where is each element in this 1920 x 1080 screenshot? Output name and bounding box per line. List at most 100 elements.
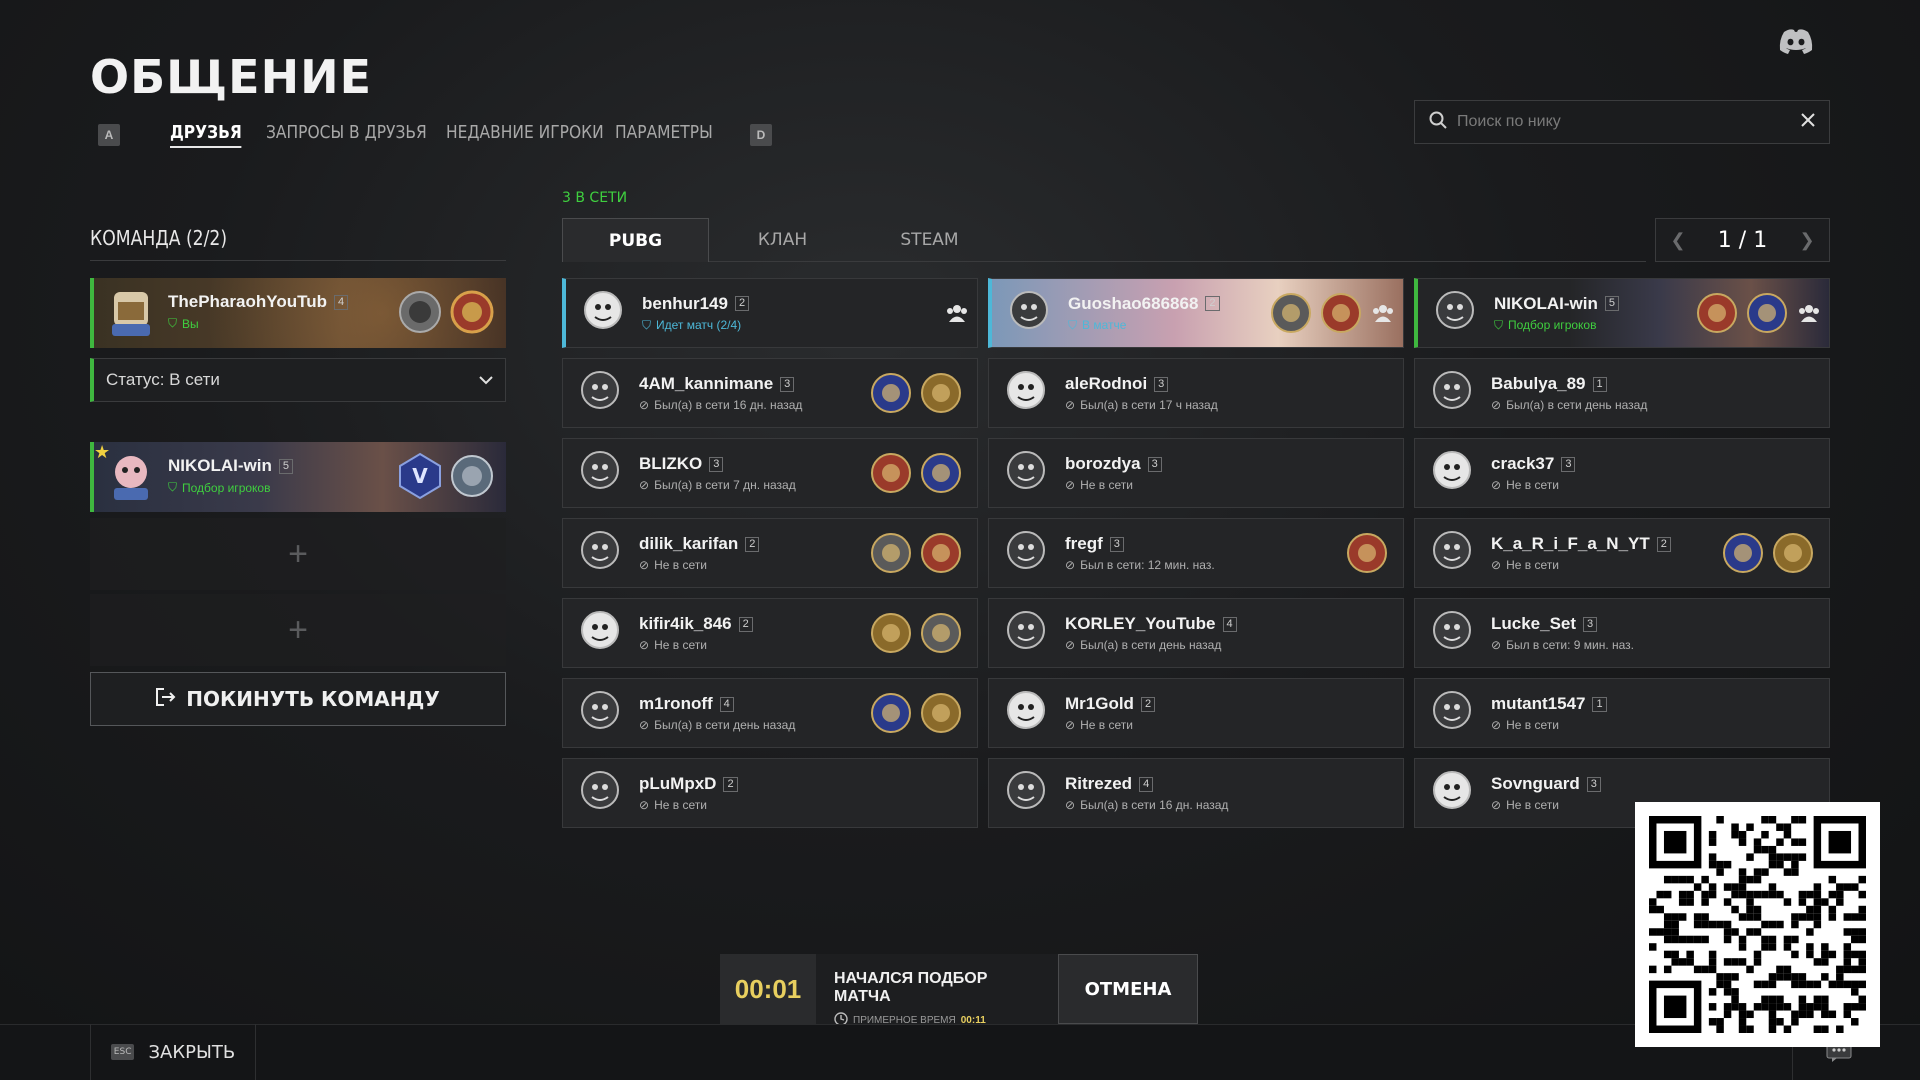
friend-card[interactable]: Babulya_89 1 ⊘ Был(а) в сети день назад	[1414, 358, 1830, 428]
avatar	[576, 286, 630, 340]
friend-source-tabs: PUBG КЛАН STEAM	[562, 218, 1646, 262]
level-badge: 3	[709, 456, 724, 472]
empty-team-slot[interactable]: +	[90, 518, 506, 590]
avatar	[573, 766, 627, 820]
tab-pubg[interactable]: PUBG	[562, 218, 709, 262]
svg-text:V: V	[412, 464, 428, 488]
friend-card[interactable]: crack37 3 ⊘ Не в сети	[1414, 438, 1830, 508]
search-icon	[1429, 111, 1447, 134]
level-badge: 3	[1154, 376, 1169, 392]
friend-card[interactable]: aleRodnoi 3 ⊘ Был(а) в сети 17 ч назад	[988, 358, 1404, 428]
friend-status: Был(а) в сети день назад	[654, 718, 796, 732]
level-badge: 3	[1109, 536, 1124, 552]
friend-card[interactable]: benhur149 2 ⛉ Идет матч (2/4)	[562, 278, 978, 348]
friend-status: Не в сети	[654, 638, 707, 652]
tab-recent-players[interactable]: НЕДАВНИЕ ИГРОКИ	[446, 122, 604, 143]
tab-clan[interactable]: КЛАН	[709, 218, 856, 262]
chevron-left-icon[interactable]: ❮	[1656, 219, 1700, 261]
avatar	[999, 606, 1053, 660]
friend-card[interactable]: Lucke_Set 3 ⊘ Был в сети: 9 мин. наз.	[1414, 598, 1830, 668]
avatar	[999, 446, 1053, 500]
close-icon[interactable]	[1801, 112, 1815, 132]
friend-card[interactable]: borozdya 3 ⊘ Не в сети	[988, 438, 1404, 508]
level-badge: 2	[723, 776, 738, 792]
avatar	[1425, 766, 1479, 820]
search-box[interactable]	[1414, 100, 1830, 144]
friend-card[interactable]: pLuMpxD 2 ⊘ Не в сети	[562, 758, 978, 828]
team-member-card[interactable]: ★ NIKOLAI-win 5 ⛉ Подбор игроков V	[90, 442, 506, 512]
avatar	[573, 446, 627, 500]
avatar	[1425, 446, 1479, 500]
discord-icon[interactable]	[1778, 28, 1814, 54]
tab-friend-requests[interactable]: ЗАПРОСЫ В ДРУЗЬЯ	[266, 122, 427, 143]
offline-icon: ⊘	[1065, 478, 1076, 492]
offline-icon: ⊘	[639, 638, 650, 652]
shield-icon: ⛉	[168, 316, 178, 330]
friend-card[interactable]: Ritrezed 4 ⊘ Был(а) в сети 16 дн. назад	[988, 758, 1404, 828]
offline-icon: ⊘	[1065, 798, 1076, 812]
friend-card[interactable]: 4AM_kannimane 3 ⊘ Был(а) в сети 16 дн. наза…	[562, 358, 978, 428]
member-status: Подбор игроков	[182, 480, 271, 495]
friend-status: Был в сети: 9 мин. наз.	[1506, 638, 1635, 652]
status-select[interactable]: Статус: В сети	[90, 358, 506, 402]
page-indicator: 1 / 1	[1717, 227, 1768, 253]
rank-medal-icon	[399, 291, 441, 333]
offline-icon: ⊘	[1065, 558, 1076, 572]
rank-medal-icon	[871, 453, 911, 493]
friend-card[interactable]: Mr1Gold 2 ⊘ Не в сети	[988, 678, 1404, 748]
offline-icon: ⊘	[1491, 558, 1502, 572]
page-title: ОБЩЕНИЕ	[90, 50, 372, 104]
close-label: ЗАКРЫТЬ	[148, 1041, 236, 1063]
team-member-card[interactable]: ThePharaohYouTub 4 ⛉ Вы	[90, 278, 506, 348]
close-button[interactable]: ESC ЗАКРЫТЬ	[90, 1024, 256, 1080]
chevron-right-icon[interactable]: ❯	[1785, 219, 1829, 261]
member-status: Вы	[182, 316, 199, 331]
friend-card[interactable]: fregf 3 ⊘ Был в сети: 12 мин. наз.	[988, 518, 1404, 588]
search-input[interactable]	[1457, 113, 1801, 131]
rank-medal-icon: V	[399, 452, 441, 500]
friend-name: kifir4ik_846	[639, 614, 732, 633]
friend-status: В матче	[1082, 318, 1127, 332]
friend-name: aleRodnoi	[1065, 374, 1148, 393]
empty-team-slot[interactable]: +	[90, 594, 506, 666]
friend-card[interactable]: Guoshao686868 2 ⛉ В матче	[988, 278, 1404, 348]
squad-icon	[1371, 303, 1395, 328]
avatar	[573, 526, 627, 580]
friend-card[interactable]: NIKOLAI-win 5 ⛉ Подбор игроков	[1414, 278, 1830, 348]
member-name: NIKOLAI-win	[168, 456, 272, 475]
friend-name: Babulya_89	[1491, 374, 1586, 393]
matchmaking-timer: 00:01	[720, 954, 816, 1024]
rank-medal-icon	[451, 455, 493, 497]
friend-status: Не в сети	[1080, 718, 1133, 732]
online-count: 3 В СЕТИ	[562, 190, 628, 206]
friend-name: Lucke_Set	[1491, 614, 1577, 633]
friend-card[interactable]: kifir4ik_846 2 ⊘ Не в сети	[562, 598, 978, 668]
rank-medal-icon	[1747, 293, 1787, 333]
tab-friends[interactable]: ДРУЗЬЯ	[170, 122, 242, 148]
friend-card[interactable]: m1ronoff 4 ⊘ Был(а) в сети день назад	[562, 678, 978, 748]
cancel-matchmaking-button[interactable]: ОТМЕНА	[1058, 954, 1198, 1024]
esc-key-hint: ESC	[110, 1044, 135, 1060]
friend-card[interactable]: KORLEY_YouTube 4 ⊘ Был(а) в сети день назад	[988, 598, 1404, 668]
rank-medal-icon	[871, 373, 911, 413]
friend-card[interactable]: K_a_R_i_F_a_N_YT 2 ⊘ Не в сети	[1414, 518, 1830, 588]
offline-icon: ⊘	[1065, 398, 1076, 412]
tab-steam[interactable]: STEAM	[856, 218, 1003, 262]
friend-status: Идет матч (2/4)	[656, 318, 742, 332]
status-label: Статус: В сети	[106, 370, 220, 389]
rank-medal-icon	[921, 613, 961, 653]
friend-card[interactable]: BLIZKO 3 ⊘ Был(а) в сети 7 дн. назад	[562, 438, 978, 508]
level-badge: 2	[1205, 296, 1220, 311]
friend-name: Sovnguard	[1491, 774, 1580, 793]
tab-settings[interactable]: ПАРАМЕТРЫ	[615, 122, 713, 143]
friend-name: KORLEY_YouTube	[1065, 614, 1216, 633]
friend-card[interactable]: dilik_karifan 2 ⊘ Не в сети	[562, 518, 978, 588]
leave-team-button[interactable]: ПОКИНУТЬ КОМАНДУ	[90, 672, 506, 726]
friend-card[interactable]: mutant1547 1 ⊘ Не в сети	[1414, 678, 1830, 748]
friend-name: 4AM_kannimane	[639, 374, 774, 393]
matchmaking-title: НАЧАЛСЯ ПОДБОР МАТЧА	[834, 970, 988, 1005]
offline-icon: ⊘	[1491, 478, 1502, 492]
add-icon: +	[288, 534, 308, 573]
level-badge: 4	[719, 696, 734, 712]
rank-medal-icon	[1723, 533, 1763, 573]
